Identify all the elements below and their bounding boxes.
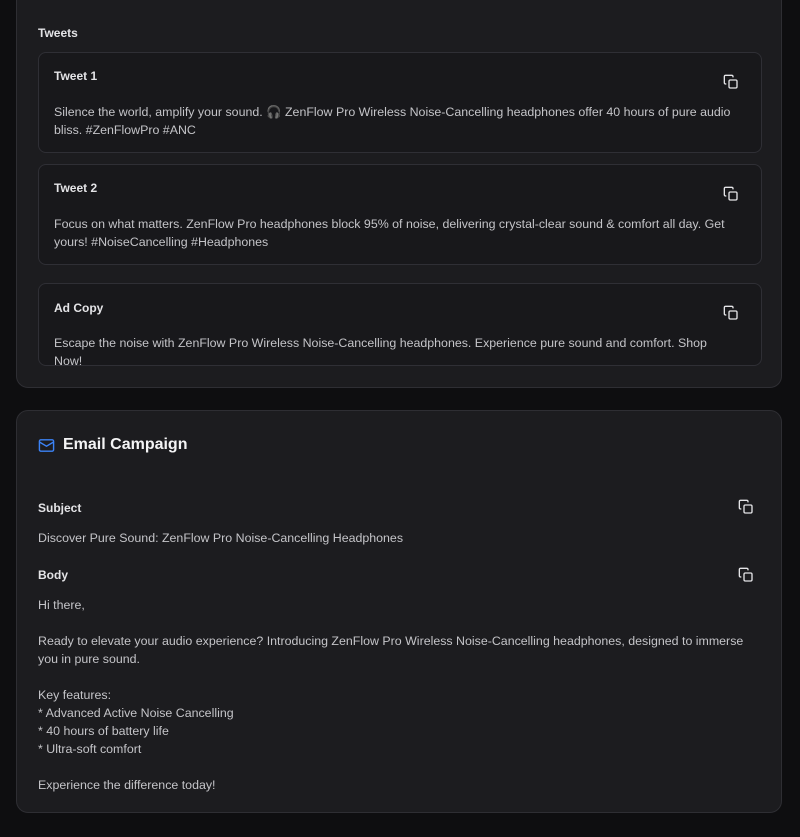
copy-body-button[interactable] [738,567,754,583]
email-campaign-heading: Email Campaign [38,436,187,454]
ad-copy-text: Escape the noise with ZenFlow Pro Wirele… [54,336,707,368]
subject-text: Discover Pure Sound: ZenFlow Pro Noise-C… [38,531,404,545]
body-label: Body [38,568,68,582]
copy-tweet-2-button[interactable] [723,186,739,202]
tweet-text: Focus on what matters. ZenFlow Pro headp… [54,217,725,249]
copy-icon [738,499,753,514]
copy-ad-button[interactable] [723,305,739,321]
email-body-text: Hi there, Ready to elevate your audio ex… [38,598,744,792]
ad-copy-title: Ad Copy [54,301,104,315]
email-campaign-title: Email Campaign [63,436,188,453]
tweet-card-2: Tweet 2 Focus on what matters. ZenFlow P… [38,164,762,265]
copy-icon [723,74,738,89]
copy-icon [723,186,738,201]
tweet-title: Tweet 2 [54,181,98,195]
copy-tweet-1-button[interactable] [723,74,739,90]
ad-copy-card: Ad Copy Escape the noise with ZenFlow Pr… [38,283,762,368]
tweet-title: Tweet 1 [54,69,98,83]
copy-subject-button[interactable] [738,499,754,515]
subject-label: Subject [38,501,82,515]
tweets-section-label: Tweets [38,26,78,40]
copy-icon [723,305,738,320]
tweet-card-1: Tweet 1 Silence the world, amplify your … [38,52,762,153]
copy-icon [738,567,753,582]
mail-icon [38,438,55,452]
tweet-text: Silence the world, amplify your sound. 🎧… [54,105,731,137]
